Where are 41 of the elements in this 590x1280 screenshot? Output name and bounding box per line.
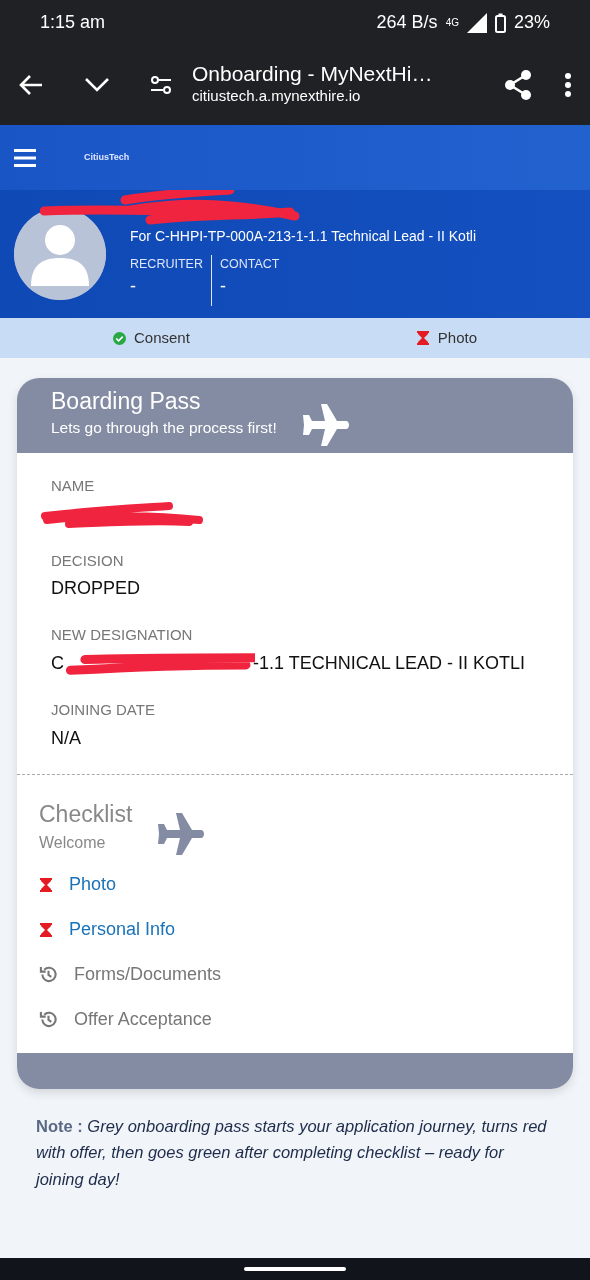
step-label[interactable]: Photo — [437, 326, 477, 350]
battery-level: 23% — [513, 11, 550, 34]
signal-icon — [466, 12, 487, 33]
airplane-icon — [300, 404, 349, 446]
checklist-link[interactable]: Personal Info — [69, 916, 176, 943]
share-icon[interactable] — [504, 70, 532, 100]
position-text: For C-HHPI-TP-000A-213-1-1.1 Technical Lead - II Kotli — [130, 226, 476, 246]
back-icon[interactable] — [18, 73, 44, 97]
field-value: N/A — [51, 727, 81, 748]
logo: CitiusTech — [84, 150, 130, 164]
airplane-icon — [156, 812, 205, 855]
network-type: 4G — [445, 17, 459, 28]
more-icon[interactable] — [564, 72, 572, 98]
field-value: DROPPED — [51, 578, 140, 599]
clock: 1:15 am — [40, 11, 106, 34]
field-label: NEW DESIGNATION — [51, 625, 194, 646]
field-label: CONTACT — [219, 255, 280, 273]
field-value: C — [51, 652, 64, 673]
menu-icon[interactable] — [14, 147, 36, 168]
field-label: NAME — [51, 476, 96, 496]
field-label: JOINING DATE — [51, 700, 156, 720]
checklist-link[interactable]: Photo — [69, 871, 117, 898]
section-title: Checklist — [39, 799, 133, 829]
battery-icon — [494, 12, 506, 33]
note-text: Note : Grey onboarding pass starts your application journey, turns red with offer, then goes green after completing checklist – ready for joining day! — [33, 1116, 548, 1190]
step-label[interactable]: Consent — [133, 326, 190, 350]
checklist-link[interactable]: Offer Acceptance — [74, 1006, 212, 1033]
field-label: DECISION — [51, 550, 125, 571]
section-subtitle: Welcome — [39, 833, 107, 853]
settings-icon[interactable] — [150, 74, 172, 96]
card-title: Boarding Pass — [51, 388, 202, 416]
network-speed: 264 B/s — [376, 11, 438, 34]
card-subtitle: Lets go through the process first! — [51, 417, 277, 438]
field-value: - — [130, 275, 137, 299]
checklist-link[interactable]: Forms/Documents — [74, 961, 222, 988]
field-value: -1.1 TECHNICAL LEAD - II KOTLI — [253, 652, 526, 673]
page-url[interactable]: citiustech.a.mynexthire.io — [192, 85, 488, 108]
field-value: - — [219, 275, 227, 299]
chevron-down-icon[interactable] — [84, 77, 110, 93]
field-label: RECRUITER — [130, 255, 203, 273]
page-title: Onboarding - MyNextHi… — [192, 62, 434, 86]
